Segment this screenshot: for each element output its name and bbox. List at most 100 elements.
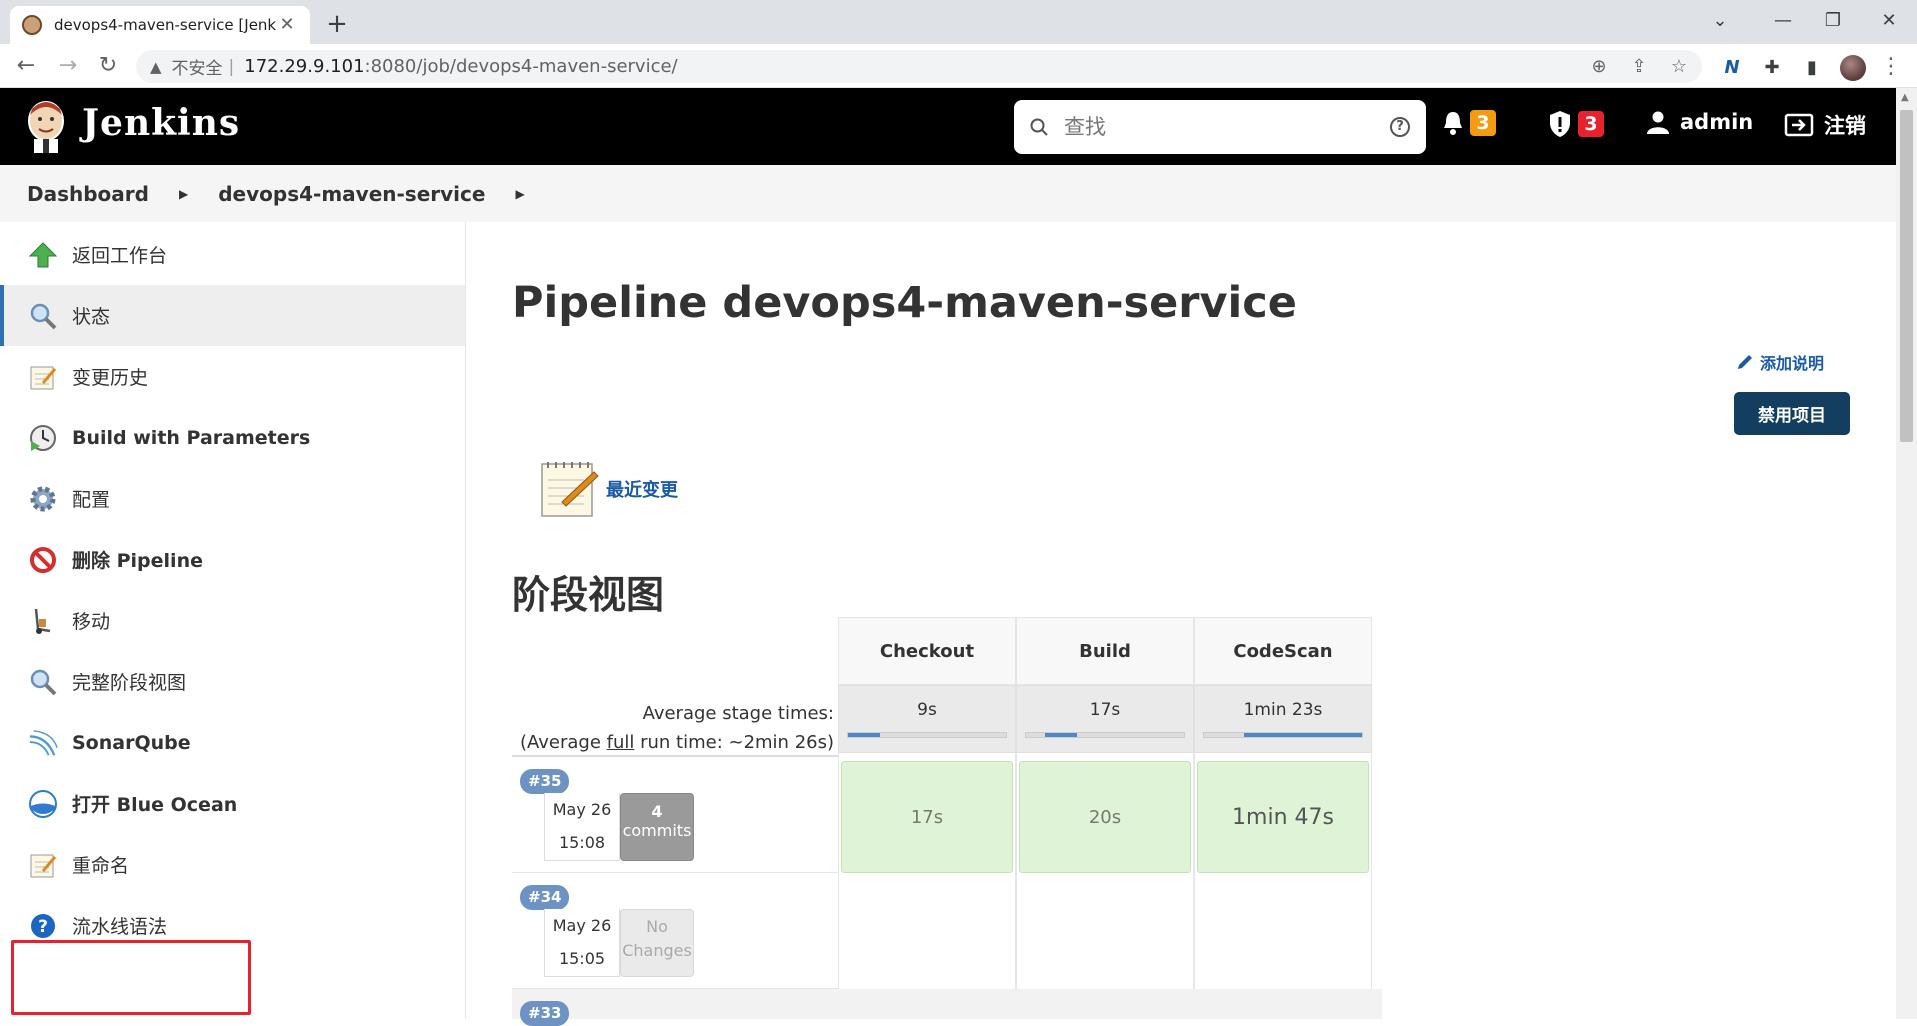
security-alerts-button[interactable]: 3	[1548, 110, 1604, 138]
logout-button[interactable]: 注销	[1784, 110, 1866, 140]
recent-changes-link[interactable]: 最近变更	[538, 458, 678, 520]
notifications-badge: 3	[1470, 110, 1496, 136]
stage-column-checkout: Checkout 9s 17s	[838, 617, 1016, 1019]
run-35-checkout-cell[interactable]: 17s	[841, 761, 1013, 873]
bookmark-star-icon[interactable]: ☆	[1668, 56, 1690, 78]
reload-button[interactable]: ↻	[92, 51, 124, 81]
logout-label: 注销	[1824, 114, 1866, 138]
extension-n-icon[interactable]: N	[1720, 56, 1744, 80]
profile-avatar[interactable]	[1840, 55, 1866, 81]
stage-header: Checkout	[838, 617, 1016, 685]
new-tab-button[interactable]: +	[322, 9, 352, 39]
restore-button[interactable]: ❐	[1810, 6, 1856, 36]
sidebar-item-full-stage-view[interactable]: 完整阶段视图	[0, 651, 465, 712]
sidebar-item-move[interactable]: 移动	[0, 590, 465, 651]
sidebar-item-open-blue-ocean[interactable]: 打开 Blue Ocean	[0, 773, 465, 834]
security-badge: 3	[1578, 111, 1604, 137]
warning-triangle-icon: ▲	[150, 57, 162, 76]
share-icon[interactable]: ⇪	[1628, 56, 1650, 78]
stage-header: Build	[1016, 617, 1194, 685]
username: admin	[1680, 110, 1754, 134]
side-panel-icon[interactable]: ▮	[1800, 56, 1824, 80]
breadcrumb: Dashboard ▶ devops4-maven-service ▶	[0, 165, 1896, 222]
sidebar-item-rename[interactable]: 重命名	[0, 834, 465, 895]
close-window-button[interactable]: ✕	[1866, 6, 1912, 36]
run-33-badge[interactable]: #33	[520, 1001, 570, 1026]
page-title: Pipeline devops4-maven-service	[512, 278, 1297, 328]
run-35-date: May 26 15:08	[544, 793, 620, 861]
tab-search-chevron-icon[interactable]: ⌄	[1697, 6, 1743, 36]
browser-menu-icon[interactable]: ⋮	[1880, 54, 1902, 79]
stage-average: 17s	[1016, 685, 1194, 753]
zoom-icon[interactable]: ⊕	[1588, 56, 1610, 78]
tab-close-icon[interactable]: ✕	[276, 14, 298, 36]
address-bar[interactable]: ▲ 不安全 | 172.29.9.101 :8080/job/devops4-m…	[136, 50, 1702, 83]
blue-ocean-icon	[28, 789, 58, 819]
logout-icon	[1784, 113, 1814, 137]
help-icon: ?	[28, 911, 58, 941]
shield-alert-icon	[1550, 111, 1570, 137]
run-35-codescan-cell[interactable]: 1min 47s	[1197, 761, 1369, 873]
user-menu[interactable]: admin	[1646, 110, 1753, 134]
clock-play-icon	[28, 423, 58, 453]
notifications-button[interactable]: 3	[1442, 110, 1496, 136]
magnifier-icon	[28, 667, 58, 697]
notepad-icon	[28, 362, 58, 392]
run-34-changes[interactable]: No Changes	[620, 909, 694, 977]
stage-average-bar	[1044, 733, 1077, 737]
sidebar-item-change-history[interactable]: 变更历史	[0, 346, 465, 407]
sonarqube-icon	[28, 728, 58, 758]
extensions-puzzle-icon[interactable]: ✚	[1760, 56, 1784, 80]
breadcrumb-job[interactable]: devops4-maven-service	[218, 182, 485, 206]
back-button[interactable]: ←	[10, 51, 42, 81]
user-icon	[1647, 111, 1669, 134]
average-stage-times-label: Average stage times: (Average full run t…	[519, 703, 834, 753]
stage-view-table: Average stage times: (Average full run t…	[512, 617, 1382, 1026]
sidebar: 返回工作台 状态 变更历史 Build with Parameters 配置 删…	[0, 222, 466, 1019]
jenkins-logo-icon[interactable]	[24, 99, 68, 153]
notepad-icon	[28, 850, 58, 880]
breadcrumb-dashboard[interactable]: Dashboard	[27, 182, 149, 206]
disable-project-button[interactable]: 禁用项目	[1734, 392, 1850, 435]
minimize-button[interactable]: —	[1760, 6, 1806, 36]
search-icon	[1030, 118, 1048, 136]
sidebar-item-build-with-parameters[interactable]: Build with Parameters	[0, 407, 465, 468]
scrollbar-thumb[interactable]	[1900, 110, 1913, 442]
run-35-changes[interactable]: 4 commits	[620, 793, 694, 861]
url-host: 172.29.9.101	[244, 56, 365, 77]
gear-icon	[28, 484, 58, 514]
svg-text:?: ?	[38, 917, 48, 937]
search-input[interactable]	[1064, 115, 1390, 139]
sidebar-item-sonarqube[interactable]: SonarQube	[0, 712, 465, 773]
run-35-badge[interactable]: #35	[520, 769, 570, 794]
sidebar-item-pipeline-syntax[interactable]: ? 流水线语法	[0, 895, 465, 956]
browser-tab-bar: devops4-maven-service [Jenkins] ✕ + ⌄ — …	[0, 0, 1917, 44]
sidebar-item-status[interactable]: 状态	[0, 285, 465, 346]
jenkins-brand[interactable]: Jenkins	[82, 102, 240, 144]
page-scrollbar[interactable]: ▲	[1896, 88, 1917, 1019]
jenkins-header: Jenkins ? 3 3 admin 注销	[0, 88, 1896, 165]
browser-tab[interactable]: devops4-maven-service [Jenkins] ✕	[10, 6, 310, 44]
stage-view-title: 阶段视图	[512, 573, 665, 617]
add-description-link[interactable]: 添加说明	[1736, 350, 1824, 374]
tab-title: devops4-maven-service [Jenkins]	[54, 16, 276, 34]
browser-toolbar: ← → ↻ ▲ 不安全 | 172.29.9.101 :8080/job/dev…	[0, 44, 1917, 88]
run-35-build-cell[interactable]: 20s	[1019, 761, 1191, 873]
stage-average: 9s	[838, 685, 1016, 753]
search-help-icon[interactable]: ?	[1390, 117, 1410, 137]
sidebar-item-configure[interactable]: 配置	[0, 468, 465, 529]
stage-average: 1min 23s	[1194, 685, 1372, 753]
no-entry-icon	[28, 545, 58, 575]
hand-truck-icon	[28, 606, 58, 636]
forward-button[interactable]: →	[52, 51, 84, 81]
sidebar-item-delete-pipeline[interactable]: 删除 Pipeline	[0, 529, 465, 590]
breadcrumb-chevron-icon[interactable]: ▶	[179, 187, 188, 201]
full-run-time-link[interactable]: full	[607, 732, 635, 753]
sidebar-item-back-to-dashboard[interactable]: 返回工作台	[0, 224, 465, 285]
stage-column-codescan: CodeScan 1min 23s 1min 47s	[1194, 617, 1372, 1019]
search-box[interactable]: ?	[1014, 100, 1426, 154]
breadcrumb-chevron-icon[interactable]: ▶	[515, 187, 524, 201]
run-34-badge[interactable]: #34	[520, 885, 570, 910]
security-label[interactable]: 不安全	[172, 54, 223, 79]
stage-average-bar	[848, 733, 880, 737]
